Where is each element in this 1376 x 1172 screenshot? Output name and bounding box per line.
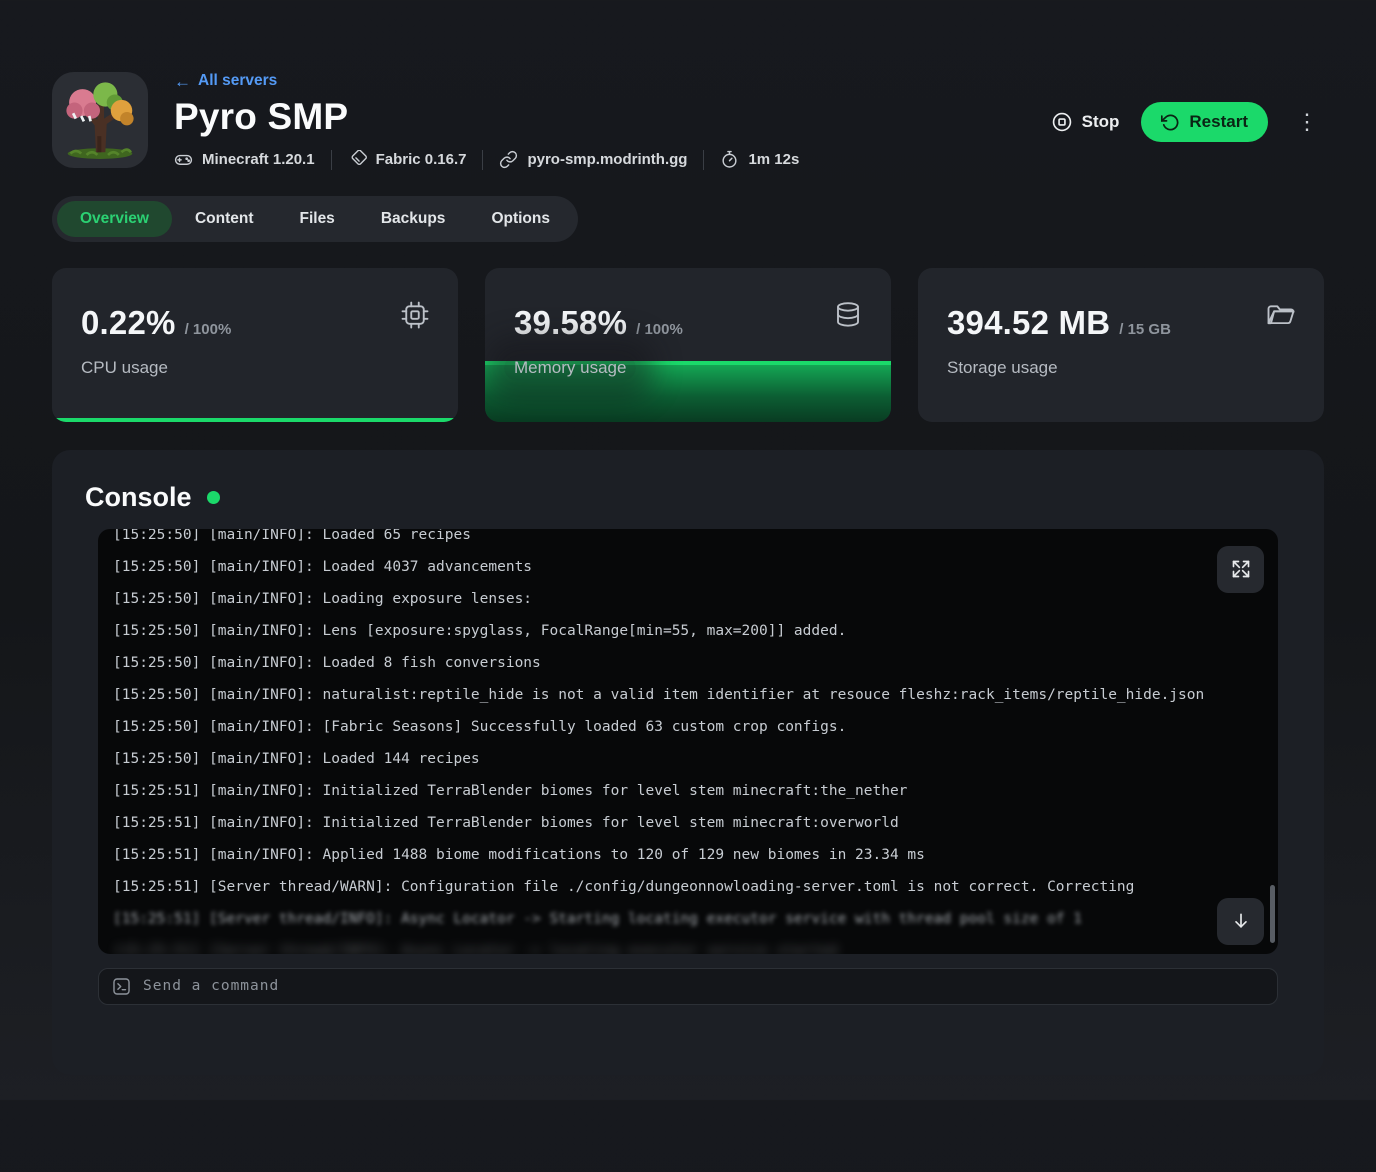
console-header: Console bbox=[85, 482, 1278, 513]
cpu-usage-fill bbox=[52, 418, 458, 422]
server-meta-row: Minecraft 1.20.1 Fabric 0.16.7 bbox=[174, 150, 799, 170]
console-log[interactable]: [15:25:50] [main/INFO]: Loaded 65 recipe… bbox=[98, 529, 1278, 954]
console-scrollbar[interactable] bbox=[1270, 885, 1275, 943]
folder-icon bbox=[1266, 300, 1296, 335]
cpu-usage-value: 0.22% bbox=[81, 304, 176, 342]
page: ← All servers Pyro SMP Minecraft 1.20.1 bbox=[0, 72, 1376, 1075]
expand-console-button[interactable] bbox=[1217, 546, 1264, 593]
memory-usage-value: 39.58% bbox=[514, 304, 627, 342]
stopwatch-icon bbox=[720, 150, 739, 169]
storage-usage-card: 394.52 MB / 15 GB Storage usage bbox=[918, 268, 1324, 422]
memory-usage-label: Memory usage bbox=[504, 356, 636, 380]
scroll-to-bottom-button[interactable] bbox=[1217, 898, 1264, 945]
server-tabs: Overview Content Files Backups Options bbox=[52, 196, 578, 242]
server-header: ← All servers Pyro SMP Minecraft 1.20.1 bbox=[52, 72, 1324, 170]
storage-usage-max: / 15 GB bbox=[1119, 321, 1171, 338]
command-input[interactable] bbox=[143, 978, 1264, 994]
terminal-prompt-icon bbox=[112, 977, 131, 996]
console-line: [15:25:50] [main/INFO]: Loaded 65 recipe… bbox=[113, 529, 1263, 551]
console-line: [15:25:50] [main/INFO]: [Fabric Seasons]… bbox=[113, 711, 1263, 743]
fabric-loader-icon bbox=[348, 150, 367, 169]
storage-usage-label: Storage usage bbox=[947, 358, 1058, 378]
loader-version-label: Fabric 0.16.7 bbox=[376, 151, 467, 168]
cpu-usage-max: / 100% bbox=[185, 321, 232, 338]
server-actions: Stop Restart ⋮ bbox=[1051, 102, 1324, 142]
console-line: [15:25:51] [main/INFO]: Initialized Terr… bbox=[113, 807, 1263, 839]
back-link-label: All servers bbox=[198, 72, 277, 90]
server-address-label: pyro-smp.modrinth.gg bbox=[527, 151, 687, 168]
cpu-usage-label: CPU usage bbox=[81, 358, 168, 378]
memory-usage-max: / 100% bbox=[636, 321, 683, 338]
console-line: [15:25:50] [main/INFO]: Loading exposure… bbox=[113, 583, 1263, 615]
stop-button[interactable]: Stop bbox=[1051, 111, 1120, 133]
console-status-dot bbox=[207, 491, 220, 504]
tab-overview[interactable]: Overview bbox=[57, 201, 172, 237]
meta-separator bbox=[331, 150, 332, 170]
tab-files[interactable]: Files bbox=[276, 201, 357, 237]
link-icon bbox=[499, 150, 518, 169]
server-avatar bbox=[52, 72, 148, 168]
tree-icon bbox=[57, 77, 143, 163]
page-title: Pyro SMP bbox=[174, 96, 799, 138]
more-options-button[interactable]: ⋮ bbox=[1290, 107, 1324, 137]
game-version-label: Minecraft 1.20.1 bbox=[202, 151, 315, 168]
console-line: [15:25:50] [main/INFO]: naturalist:repti… bbox=[113, 679, 1263, 711]
restart-button[interactable]: Restart bbox=[1141, 102, 1268, 142]
expand-icon bbox=[1231, 559, 1251, 579]
meta-loader-version: Fabric 0.16.7 bbox=[348, 150, 467, 169]
cpu-usage-card: 0.22% / 100% CPU usage bbox=[52, 268, 458, 422]
restart-button-label: Restart bbox=[1189, 112, 1248, 132]
gamepad-icon bbox=[174, 150, 193, 169]
console-line: [15:25:51] [Server thread/INFO]: Async L… bbox=[113, 903, 1263, 935]
tab-options[interactable]: Options bbox=[468, 201, 573, 237]
memory-usage-card: 39.58% / 100% Memory usage bbox=[485, 268, 891, 422]
console-card: Console [15:25:50] [main/INFO]: Loaded 6… bbox=[52, 450, 1324, 1075]
back-arrow-icon: ← bbox=[174, 73, 191, 90]
console-line: [15:25:50] [main/INFO]: Loaded 4037 adva… bbox=[113, 551, 1263, 583]
uptime-label: 1m 12s bbox=[748, 151, 799, 168]
console-title: Console bbox=[85, 482, 192, 513]
meta-server-address[interactable]: pyro-smp.modrinth.gg bbox=[499, 150, 687, 169]
console-line: [15:25:50] [main/INFO]: Loaded 8 fish co… bbox=[113, 647, 1263, 679]
back-to-servers-link[interactable]: ← All servers bbox=[174, 72, 277, 90]
cpu-chip-icon bbox=[400, 300, 430, 335]
console-line: [15:25:51] [Server thread/INFO]: Async L… bbox=[113, 935, 1263, 954]
console-line: [15:25:50] [main/INFO]: Lens [exposure:s… bbox=[113, 615, 1263, 647]
tab-backups[interactable]: Backups bbox=[358, 201, 469, 237]
command-bar bbox=[98, 968, 1278, 1005]
stop-button-label: Stop bbox=[1082, 112, 1120, 132]
console-line: [15:25:51] [main/INFO]: Applied 1488 bio… bbox=[113, 839, 1263, 871]
console-line: [15:25:50] [main/INFO]: Loaded 144 recip… bbox=[113, 743, 1263, 775]
database-icon bbox=[833, 300, 863, 335]
restart-icon bbox=[1161, 113, 1180, 132]
meta-separator bbox=[703, 150, 704, 170]
meta-game-version: Minecraft 1.20.1 bbox=[174, 150, 315, 169]
stats-row: 0.22% / 100% CPU usage 39.58% / 100% bbox=[52, 268, 1324, 422]
console-line: [15:25:51] [main/INFO]: Initialized Terr… bbox=[113, 775, 1263, 807]
server-info: ← All servers Pyro SMP Minecraft 1.20.1 bbox=[174, 72, 799, 170]
tab-content[interactable]: Content bbox=[172, 201, 277, 237]
storage-usage-value: 394.52 MB bbox=[947, 304, 1110, 342]
console-line: [15:25:51] [Server thread/WARN]: Configu… bbox=[113, 871, 1263, 903]
meta-separator bbox=[482, 150, 483, 170]
arrow-down-icon bbox=[1231, 911, 1251, 931]
meta-uptime: 1m 12s bbox=[720, 150, 799, 169]
stop-icon bbox=[1051, 111, 1073, 133]
